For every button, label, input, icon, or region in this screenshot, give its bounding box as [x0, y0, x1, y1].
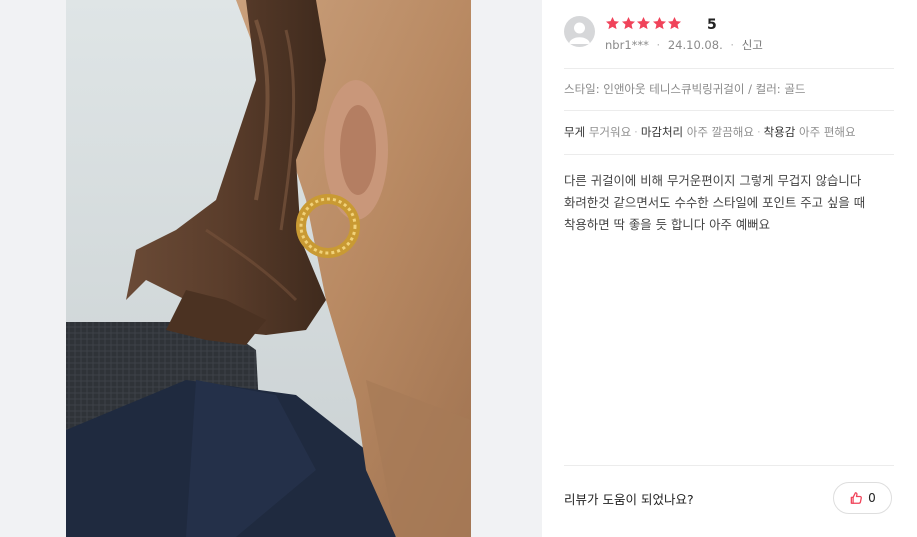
divider: [564, 68, 894, 69]
review-date: 24.10.08.: [667, 38, 723, 52]
rating-value: 5: [707, 17, 717, 33]
review-body-line: 착용하면 딱 좋을 듯 합니다 아주 예뻐요: [564, 217, 771, 232]
review-panel: 5 nbr1*** · 24.10.08. · 신고 스타일: 인앤아웃 테니스…: [542, 0, 917, 537]
separator-dot: ·: [730, 38, 735, 52]
star-icon: [621, 16, 635, 30]
star-rating: [605, 16, 683, 34]
divider: [564, 110, 894, 111]
eval-key: 착용감: [763, 125, 796, 139]
divider: [564, 154, 894, 155]
eval-value: 무거워요: [588, 125, 632, 139]
review-body-line: 화려한것 같으면서도 수수한 스타일에 포인트 주고 싶을 때: [564, 195, 866, 210]
avatar: [564, 16, 595, 47]
star-icon: [637, 16, 650, 30]
review-body-line: 다른 귀걸이에 비해 무거운편이지 그렇게 무겁지 않습니다: [564, 173, 862, 188]
separator-dot: ·: [634, 125, 638, 139]
divider: [564, 465, 894, 466]
option-info: 스타일: 인앤아웃 테니스큐빅링귀걸이 / 컬러: 골드: [564, 82, 806, 96]
photo-pane: [0, 0, 542, 537]
report-link[interactable]: 신고: [742, 38, 763, 52]
star-icon: [606, 16, 619, 30]
eval-key: 마감처리: [640, 125, 684, 139]
author-name: nbr1***: [605, 38, 649, 52]
eval-value: 아주 깔끔해요: [686, 125, 754, 139]
helpful-button[interactable]: 0: [833, 482, 892, 514]
review-photo[interactable]: [66, 0, 471, 537]
review-meta: nbr1*** · 24.10.08. · 신고: [605, 38, 763, 53]
separator-dot: ·: [656, 38, 661, 52]
evaluation-summary: 무게 무거워요 · 마감처리 아주 깔끔해요 · 착용감 아주 편해요: [564, 125, 856, 140]
review-header: 5 nbr1*** · 24.10.08. · 신고: [564, 16, 894, 56]
review-body: 다른 귀걸이에 비해 무거운편이지 그렇게 무겁지 않습니다 화려한것 같으면서…: [564, 170, 894, 236]
eval-key: 무게: [564, 125, 586, 139]
star-icon: [652, 16, 666, 30]
star-icon: [668, 16, 681, 30]
thumbs-up-icon: [849, 491, 863, 505]
helpful-question: 리뷰가 도움이 되었나요?: [564, 492, 694, 507]
helpful-count: 0: [868, 491, 876, 505]
eval-value: 아주 편해요: [799, 125, 856, 139]
separator-dot: ·: [756, 125, 761, 139]
